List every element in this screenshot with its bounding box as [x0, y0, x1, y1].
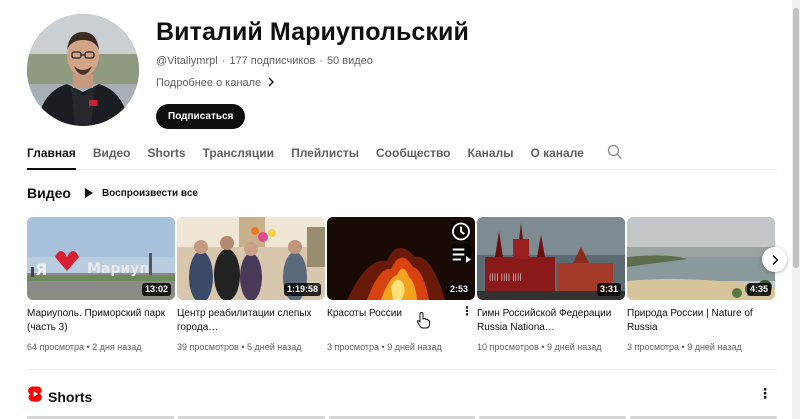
video-age: 5 дней назад [246, 342, 302, 352]
channel-tabs: Главная Видео Shorts Трансляции Плейлист… [27, 140, 777, 170]
video-thumbnail[interactable]: 2:53 [327, 217, 475, 300]
video-thumbnail[interactable]: 1:19:58 [177, 217, 325, 300]
queue-icon[interactable] [451, 244, 471, 264]
tab-community[interactable]: Сообщество [376, 140, 450, 170]
video-thumbnail[interactable]: 4:35 [627, 217, 775, 300]
tab-shorts[interactable]: Shorts [147, 140, 185, 170]
video-duration: 13:02 [141, 283, 171, 296]
video-age: 2 дня назад [92, 342, 142, 352]
tab-about[interactable]: О канале [530, 140, 583, 170]
more-vert-icon[interactable]: ⋮ [461, 305, 473, 317]
more-vert-icon[interactable]: ⋮ [758, 386, 772, 400]
page-scrollbar[interactable] [792, 0, 800, 419]
video-title[interactable]: Природа России | Nature of Russia [627, 307, 767, 335]
video-views: 3 просмотра [627, 342, 680, 352]
chevron-right-icon [267, 76, 275, 90]
tab-home[interactable]: Главная [27, 140, 76, 170]
shorts-section-header: Shorts [27, 385, 92, 408]
subscribe-button[interactable]: Подписаться [156, 104, 246, 129]
tab-videos[interactable]: Видео [93, 140, 131, 170]
channel-handle: @Vitaliymrpl [156, 55, 218, 67]
shorts-section-title: Shorts [48, 388, 93, 405]
play-all-label: Воспроизвести все [101, 187, 198, 199]
video-duration: 1:19:58 [283, 283, 321, 296]
hand-cursor-icon [416, 311, 430, 329]
video-card[interactable]: Я Мариуп 13:02 Мариуполь. Приморский пар… [27, 217, 175, 353]
section-divider [27, 369, 777, 370]
video-card[interactable]: 1:19:58 Центр реабилитации слепых города… [177, 217, 325, 353]
video-title[interactable]: Центр реабилитации слепых города… [177, 307, 317, 335]
videos-section-title: Видео [27, 185, 71, 201]
video-thumbnail[interactable]: |||| |||| |||| 3:31 [477, 217, 625, 300]
svg-text:|||| |||| ||||: |||| |||| |||| [489, 273, 522, 281]
videos-section-header: Видео Воспроизвести все [27, 185, 198, 201]
video-title[interactable]: Мариуполь. Приморский парк (часть 3) [27, 307, 167, 335]
video-meta: 64 просмотра • 2 дня назад [27, 342, 142, 352]
video-views: 39 просмотров [177, 342, 239, 352]
video-card[interactable]: 2:53 Красоты России 3 просмотра • 9 дней… [327, 217, 475, 353]
video-age: 9 дней назад [387, 342, 442, 352]
svg-text:Я: Я [35, 260, 47, 279]
play-all-button[interactable]: Воспроизвести все [84, 187, 198, 199]
about-channel-label: Подробнее о канале [156, 77, 262, 89]
tab-live[interactable]: Трансляции [203, 140, 275, 170]
avatar-photo [27, 14, 139, 126]
video-title[interactable]: Красоты России [327, 307, 467, 335]
video-meta: 10 просмотров • 9 дней назад [477, 342, 602, 352]
video-thumbnail[interactable]: Я Мариуп 13:02 [27, 217, 175, 300]
channel-meta: @Vitaliymrpl · 177 подписчиков · 50 видео [156, 55, 373, 67]
video-meta: 39 просмотров • 5 дней назад [177, 342, 302, 352]
videos-shelf: Я Мариуп 13:02 Мариуполь. Приморский пар… [27, 217, 787, 357]
video-age: 9 дней назад [687, 342, 742, 352]
search-icon[interactable] [607, 140, 623, 165]
shorts-logo-icon [27, 385, 43, 408]
video-views: 64 просмотра [27, 342, 85, 352]
chevron-right-icon [771, 254, 779, 265]
video-duration: 3:31 [596, 283, 621, 296]
shelf-next-button[interactable] [762, 247, 787, 272]
tab-channels[interactable]: Каналы [468, 140, 514, 170]
channel-header: Виталий Мариупольский @Vitaliymrpl · 177 п… [27, 14, 767, 129]
video-duration: 2:53 [446, 283, 471, 296]
subscriber-count: 177 подписчиков [229, 55, 316, 67]
video-card[interactable]: 4:35 Природа России | Nature of Russia 3… [627, 217, 775, 353]
video-meta: 3 просмотра • 9 дней назад [627, 342, 742, 352]
scrollbar-thumb[interactable] [793, 8, 799, 268]
channel-info: Виталий Мариупольский @Vitaliymrpl · 177 п… [156, 14, 756, 129]
about-channel-link[interactable]: Подробнее о канале [156, 76, 275, 90]
video-age: 9 дней назад [546, 342, 602, 352]
video-views: 3 просмотра [327, 342, 380, 352]
video-meta: 3 просмотра • 9 дней назад [327, 342, 442, 352]
play-icon [84, 188, 93, 198]
video-title[interactable]: Гимн Российской Федерации Russia Nationa… [477, 307, 617, 335]
video-card[interactable]: |||| |||| |||| 3:31 Гимн Российской Феде… [477, 217, 625, 353]
video-duration: 4:35 [746, 283, 771, 296]
svg-text:Мариуп: Мариуп [87, 261, 149, 277]
video-views: 10 просмотров [477, 342, 539, 352]
channel-name: Виталий Мариупольский [156, 18, 469, 46]
video-count: 50 видео [326, 55, 373, 67]
channel-avatar[interactable] [27, 14, 139, 126]
tab-playlists[interactable]: Плейлисты [291, 140, 359, 170]
